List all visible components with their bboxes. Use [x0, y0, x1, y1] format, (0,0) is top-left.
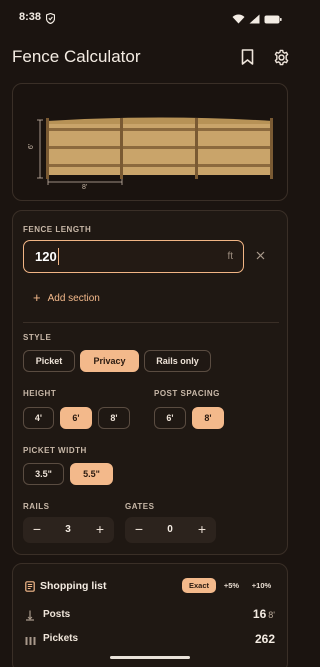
app-bar: Fence Calculator — [0, 42, 300, 76]
shopping-row-label: Posts — [43, 609, 71, 620]
gates-value: 0 — [167, 524, 173, 535]
preview-height-label: 6' — [28, 143, 36, 150]
fence-illustration — [37, 117, 273, 185]
close-icon — [256, 251, 264, 260]
fence-length-input[interactable]: 120 ft — [23, 240, 244, 273]
picket-width-option-5-5[interactable]: 5.5" — [70, 463, 113, 485]
rails-decrement-button[interactable]: − — [30, 522, 44, 536]
bookmark-icon — [241, 49, 253, 65]
picket-width-label: PICKET WIDTH — [23, 446, 87, 455]
picket-icon — [25, 633, 36, 651]
height-option-4[interactable]: 4' — [23, 407, 54, 429]
wifi-icon — [232, 11, 245, 29]
picket-width-option-3-5[interactable]: 3.5" — [23, 463, 64, 485]
gates-stepper: − 0 + — [125, 517, 216, 543]
text-caret — [58, 248, 59, 265]
rails-label: RAILS — [23, 502, 50, 511]
style-option-picket[interactable]: Picket — [23, 350, 75, 372]
rails-increment-button[interactable]: + — [93, 522, 107, 536]
mode-exact[interactable]: Exact — [182, 578, 216, 593]
gates-label: GATES — [125, 502, 155, 511]
list-icon — [25, 579, 35, 597]
fence-length-label: FENCE LENGTH — [23, 225, 92, 234]
shopping-row-label: Pickets — [43, 633, 79, 644]
shield-icon — [45, 11, 56, 29]
mode-plus-10[interactable]: +10% — [246, 578, 277, 593]
style-option-rails-only[interactable]: Rails only — [144, 350, 211, 372]
post-spacing-option-8[interactable]: 8' — [192, 407, 224, 429]
height-option-6[interactable]: 6' — [60, 407, 92, 429]
page-title: Fence Calculator — [12, 47, 141, 66]
post-spacing-option-6[interactable]: 6' — [154, 407, 186, 429]
style-option-privacy[interactable]: Privacy — [80, 350, 139, 372]
signal-icon — [249, 11, 260, 29]
gates-decrement-button[interactable]: − — [132, 522, 146, 536]
post-spacing-label: POST SPACING — [154, 389, 220, 398]
clear-length-button[interactable] — [253, 249, 267, 263]
add-section-button[interactable]: + Add section — [33, 291, 100, 305]
rails-stepper: − 3 + — [23, 517, 114, 543]
status-bar: 8:38 — [0, 0, 300, 34]
add-section-label: Add section — [47, 292, 100, 304]
mode-plus-5[interactable]: +5% — [218, 578, 245, 593]
status-time: 8:38 — [19, 11, 42, 23]
shopping-list-card: Shopping list Exact +5% +10% Posts 16 8' … — [12, 563, 288, 667]
shopping-row-value: 262 — [254, 632, 275, 646]
style-label: STYLE — [23, 333, 52, 342]
settings-button[interactable] — [270, 46, 292, 68]
fence-settings-card: FENCE LENGTH 120 ft + Add section STYLE … — [12, 210, 288, 555]
shopping-row-value: 16 8' — [252, 607, 275, 621]
post-icon — [25, 608, 35, 626]
fence-length-value: 120 — [35, 249, 57, 264]
height-label: HEIGHT — [23, 389, 57, 398]
fence-preview: 6' 8' — [12, 83, 288, 201]
settings-icon — [274, 49, 288, 65]
shopping-row-sub: 8' — [268, 610, 275, 620]
preview-width-label: 8' — [82, 184, 88, 191]
divider — [23, 322, 279, 323]
battery-icon — [264, 11, 282, 29]
home-indicator[interactable] — [110, 656, 190, 659]
bookmark-button[interactable] — [236, 46, 258, 68]
shopping-list-title: Shopping list — [40, 580, 107, 592]
rails-value: 3 — [65, 524, 71, 535]
gates-increment-button[interactable]: + — [195, 522, 209, 536]
plus-icon: + — [33, 290, 41, 305]
height-option-8[interactable]: 8' — [98, 407, 130, 429]
fence-length-unit: ft — [227, 251, 233, 262]
